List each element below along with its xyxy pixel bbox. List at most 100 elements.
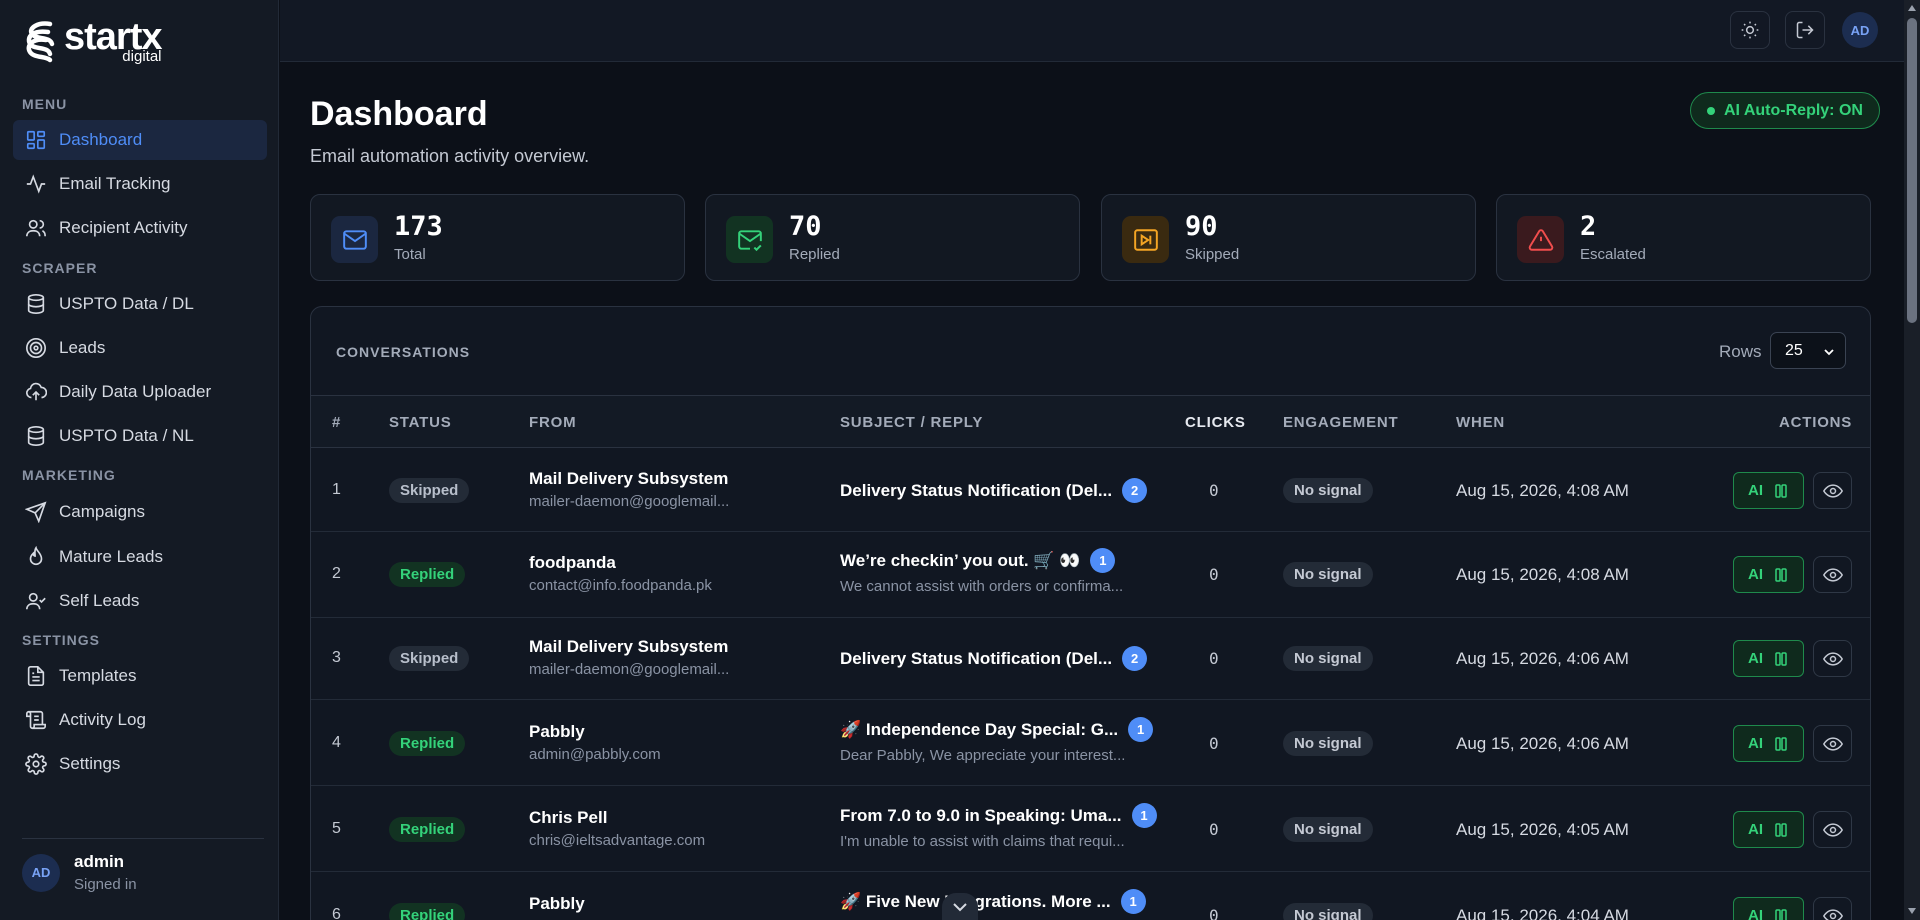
view-button[interactable]: [1813, 811, 1852, 848]
user-check-icon: [26, 592, 46, 610]
user-status: Signed in: [74, 876, 137, 893]
rows-per-page-select[interactable]: 25: [1770, 332, 1846, 369]
sidebar-item-uspto-dl[interactable]: USPTO Data / DL: [13, 284, 267, 324]
scroll-up-arrow-icon[interactable]: [1908, 5, 1916, 11]
sidebar-item-recipient-activity[interactable]: Recipient Activity: [13, 208, 267, 248]
view-button[interactable]: [1813, 556, 1852, 593]
section-settings: SETTINGS: [22, 632, 101, 648]
ai-reply-button[interactable]: AI: [1733, 556, 1804, 593]
scrollbar-thumb[interactable]: [1907, 18, 1917, 323]
sender-email: admin@pabbly.com: [529, 746, 661, 763]
columns-icon: [1775, 822, 1787, 837]
subject-text: From 7.0 to 9.0 in Speaking: Uma...: [840, 805, 1122, 825]
ai-button-label: AI: [1748, 907, 1763, 920]
scroll-icon: [26, 710, 46, 730]
sidebar-item-label: USPTO Data / NL: [59, 426, 194, 445]
stat-card-skipped: 90 Skipped: [1101, 194, 1476, 281]
sidebar-item-daily-data-uploader[interactable]: Daily Data Uploader: [13, 372, 267, 412]
table-row[interactable]: 3 Skipped Mail Delivery Subsystem mailer…: [311, 618, 1870, 700]
sidebar-item-email-tracking[interactable]: Email Tracking: [13, 164, 267, 204]
sidebar-item-uspto-nl[interactable]: USPTO Data / NL: [13, 416, 267, 456]
sidebar-item-self-leads[interactable]: Self Leads: [13, 581, 267, 621]
engagement-badge: No signal: [1283, 478, 1373, 503]
subject[interactable]: We’re checkin’ you out. 🛒 👀 1: [840, 548, 1116, 573]
target-icon: [26, 338, 46, 358]
sidebar-item-dashboard[interactable]: Dashboard: [13, 120, 267, 160]
scrollbar[interactable]: [1904, 0, 1920, 920]
timestamp: Aug 15, 2026, 4:06 AM: [1456, 734, 1629, 753]
logo[interactable]: startx digital: [22, 18, 162, 65]
clicks-count: 0: [1209, 649, 1219, 668]
clicks-count: 0: [1209, 906, 1219, 920]
subject[interactable]: From 7.0 to 9.0 in Speaking: Uma... 1: [840, 803, 1157, 828]
view-button[interactable]: [1813, 897, 1852, 920]
page-subtitle: Email automation activity overview.: [310, 146, 590, 166]
stat-card-escalated: 2 Escalated: [1496, 194, 1871, 281]
sidebar-item-label: Campaigns: [59, 502, 145, 521]
subject[interactable]: Delivery Status Notification (Del... 2: [840, 478, 1148, 503]
page-title: Dashboard: [310, 95, 488, 133]
clicks-count: 0: [1209, 481, 1219, 500]
sidebar-item-label: Leads: [59, 338, 106, 357]
database-icon: [27, 426, 45, 446]
mail-check-icon: [726, 216, 773, 263]
conversations-panel: CONVERSATIONS Rows 25 # STATUS FROM SUBJ…: [310, 306, 1871, 920]
scroll-down-button[interactable]: [942, 893, 978, 920]
eye-icon: [1822, 736, 1843, 751]
logout-button[interactable]: [1785, 11, 1825, 49]
message-count-badge: 1: [1131, 803, 1157, 828]
columns-icon: [1775, 483, 1787, 498]
columns-icon: [1775, 908, 1787, 920]
ai-badge-label: AI Auto-Reply: ON: [1724, 101, 1863, 119]
view-button[interactable]: [1813, 640, 1852, 677]
database-icon: [27, 294, 45, 314]
avatar[interactable]: AD: [1842, 12, 1878, 48]
table-row[interactable]: 6 Replied Pabbly 🚀 Five New Integrations…: [311, 872, 1870, 920]
sidebar: startx digital MENU Dashboard Email Trac…: [0, 0, 279, 920]
ai-button-label: AI: [1748, 735, 1763, 752]
message-count-badge: 2: [1122, 478, 1148, 503]
col-when: WHEN: [1456, 414, 1506, 431]
ai-reply-button[interactable]: AI: [1733, 725, 1804, 762]
sidebar-item-label: USPTO Data / DL: [59, 294, 194, 313]
view-button[interactable]: [1813, 725, 1852, 762]
mail-icon: [331, 216, 378, 263]
sidebar-item-label: Recipient Activity: [59, 218, 188, 237]
table-row[interactable]: 1 Skipped Mail Delivery Subsystem mailer…: [311, 449, 1870, 532]
sidebar-item-leads[interactable]: Leads: [13, 328, 267, 368]
subject-text: 🚀 Independence Day Special: G...: [840, 719, 1119, 739]
sidebar-item-activity-log[interactable]: Activity Log: [13, 700, 267, 740]
eye-icon: [1822, 822, 1843, 837]
status-badge: Skipped: [389, 478, 470, 503]
message-count-badge: 1: [1090, 548, 1116, 573]
table-row[interactable]: 4 Replied Pabbly admin@pabbly.com 🚀 Inde…: [311, 700, 1870, 786]
scroll-down-arrow-icon[interactable]: [1908, 908, 1916, 914]
theme-toggle-button[interactable]: [1730, 11, 1770, 49]
user-profile[interactable]: AD admin Signed in: [22, 852, 137, 893]
ai-reply-button[interactable]: AI: [1733, 640, 1804, 677]
stat-label: Escalated: [1580, 246, 1646, 263]
table-row[interactable]: 5 Replied Chris Pell chris@ieltsadvantag…: [311, 786, 1870, 872]
subject[interactable]: Delivery Status Notification (Del... 2: [840, 646, 1148, 671]
ai-auto-reply-badge[interactable]: AI Auto-Reply: ON: [1690, 92, 1880, 129]
sender-name: Mail Delivery Subsystem: [529, 637, 729, 656]
sender-email: chris@ieltsadvantage.com: [529, 832, 706, 849]
sidebar-item-settings[interactable]: Settings: [13, 744, 267, 784]
ai-reply-button[interactable]: AI: [1733, 811, 1804, 848]
columns-icon: [1775, 651, 1787, 666]
col-number: #: [332, 414, 342, 431]
ai-reply-button[interactable]: AI: [1733, 897, 1804, 920]
sidebar-item-templates[interactable]: Templates: [13, 656, 267, 696]
status-badge: Replied: [389, 731, 466, 756]
subject[interactable]: 🚀 Five New Integrations. More ... 1: [840, 889, 1146, 914]
sidebar-item-mature-leads[interactable]: Mature Leads: [13, 537, 267, 577]
subject[interactable]: 🚀 Independence Day Special: G... 1: [840, 717, 1154, 742]
stat-label: Total: [394, 246, 426, 263]
ai-reply-button[interactable]: AI: [1733, 472, 1804, 509]
sender-name: Chris Pell: [529, 808, 608, 827]
logout-icon: [1796, 21, 1814, 39]
view-button[interactable]: [1813, 472, 1852, 509]
sender-name: foodpanda: [529, 553, 616, 572]
table-row[interactable]: 2 Replied foodpanda contact@info.foodpan…: [311, 532, 1870, 618]
sidebar-item-campaigns[interactable]: Campaigns: [13, 492, 267, 532]
